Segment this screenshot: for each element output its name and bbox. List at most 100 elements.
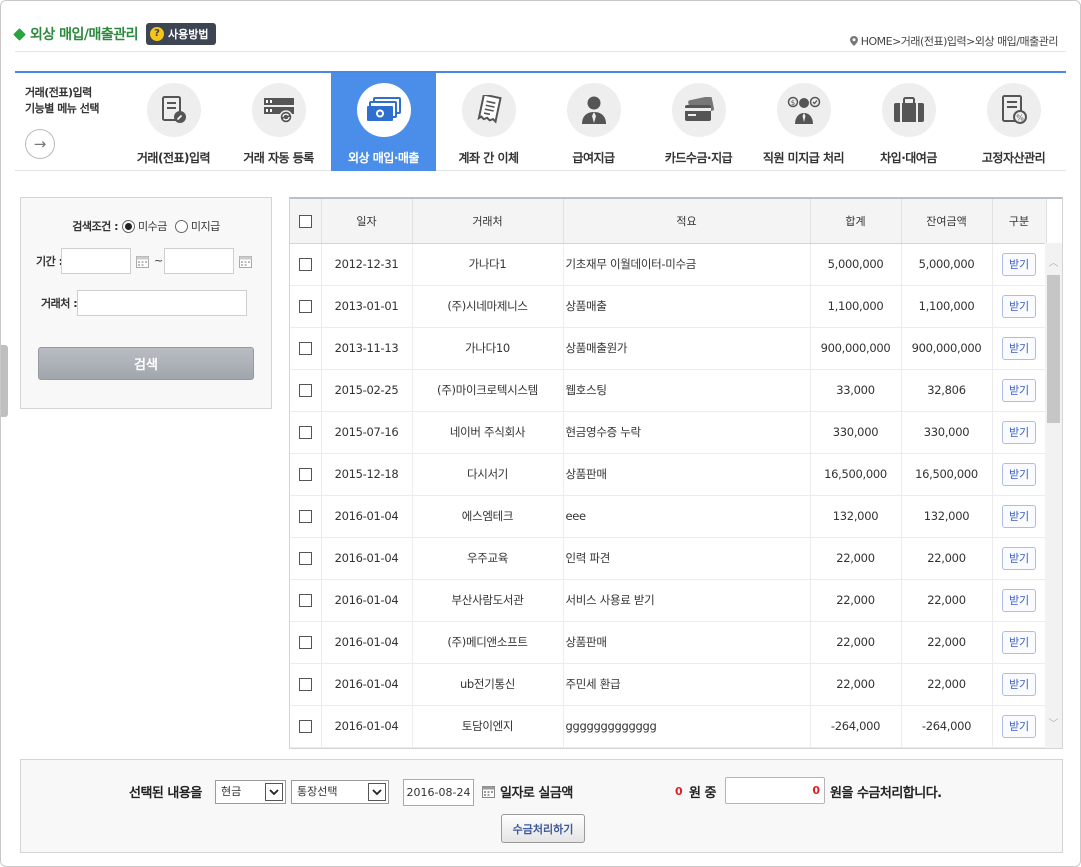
row-checkbox[interactable] bbox=[298, 594, 312, 607]
receive-button[interactable]: 받기 bbox=[1002, 420, 1036, 444]
receive-button[interactable]: 받기 bbox=[1002, 252, 1036, 276]
row-checkbox[interactable] bbox=[298, 342, 312, 355]
receive-button[interactable]: 받기 bbox=[1002, 294, 1036, 318]
action-cell: 받기 bbox=[992, 621, 1047, 664]
receive-button[interactable]: 받기 bbox=[1002, 714, 1036, 738]
breadcrumb-home[interactable]: HOME bbox=[861, 35, 893, 48]
radio-payable-label: 미지급 bbox=[190, 220, 220, 233]
row-checkbox[interactable] bbox=[298, 384, 312, 397]
table-row[interactable]: 2016-01-04 토담이엔지 ggggggggggggg -264,000 -264… bbox=[290, 705, 1047, 748]
balance-cell: 22,000 bbox=[901, 663, 993, 706]
amount-input[interactable]: 0 bbox=[725, 777, 825, 804]
employee-money-icon: $ bbox=[776, 83, 831, 137]
row-checkbox[interactable] bbox=[298, 720, 312, 733]
menu-item-fixed-assets[interactable]: % 고정자산관리 bbox=[961, 73, 1066, 171]
row-checkbox[interactable] bbox=[298, 678, 312, 691]
app-window: 외상 매입/매출관리 ? 사용방법 HOME > 거래(전표)입력 > 외상 매… bbox=[0, 0, 1081, 867]
search-button[interactable]: 검색 bbox=[38, 347, 254, 380]
process-receipt-button[interactable]: 수금처리하기 bbox=[501, 814, 585, 843]
action-cell: 받기 bbox=[992, 579, 1047, 622]
row-checkbox[interactable] bbox=[298, 510, 312, 523]
total-cell: -264,000 bbox=[810, 705, 902, 748]
table-row[interactable]: 2015-12-18 다시서기 상품판매 16,500,000 16,500,000 받기 bbox=[290, 453, 1047, 496]
search-condition-row: 검색조건 : 미수금 미지급 bbox=[21, 218, 271, 234]
period-end-input[interactable] bbox=[164, 248, 234, 274]
column-header-type: 구분 bbox=[992, 199, 1047, 244]
location-pin-icon bbox=[849, 36, 858, 46]
memo-cell: 상품매출 bbox=[563, 285, 811, 328]
row-checkbox[interactable] bbox=[298, 300, 312, 313]
table-row[interactable]: 2013-01-01 (주)시네마제니스 상품매출 1,100,000 1,100,00… bbox=[290, 285, 1047, 328]
row-checkbox-cell bbox=[290, 369, 322, 412]
menu-item-transaction-entry[interactable]: 거래(전표)입력 bbox=[121, 73, 226, 171]
menu-item-payroll[interactable]: 급여지급 bbox=[541, 73, 646, 171]
process-date-input[interactable]: 2016-08-24 bbox=[403, 779, 474, 806]
table-row[interactable]: 2012-12-31 가나다1 기초재무 이월데이터-미수금 5,000,000 5,0… bbox=[290, 243, 1047, 286]
select-all-checkbox-cell bbox=[290, 199, 322, 244]
menu-item-employee-unpaid[interactable]: $ 직원 미지급 처리 bbox=[751, 73, 856, 171]
receive-button[interactable]: 받기 bbox=[1002, 462, 1036, 486]
diamond-bullet-icon bbox=[13, 27, 26, 41]
payment-type-select[interactable]: 현금 bbox=[215, 780, 286, 804]
row-checkbox-cell bbox=[290, 243, 322, 286]
won-of-label: 원 중 bbox=[689, 786, 716, 801]
receive-button[interactable]: 받기 bbox=[1002, 504, 1036, 528]
date-cell: 2013-01-01 bbox=[321, 285, 413, 328]
row-checkbox[interactable] bbox=[298, 636, 312, 649]
row-checkbox-cell bbox=[290, 663, 322, 706]
table-row[interactable]: 2015-02-25 (주)마이크로텍시스템 웹호스팅 33,000 32,806 받기 bbox=[290, 369, 1047, 412]
scroll-up-icon[interactable]: ︿ bbox=[1045, 255, 1062, 272]
client-cell: 우주교육 bbox=[412, 537, 564, 580]
server-sync-icon bbox=[251, 83, 306, 137]
menu-item-auto-register[interactable]: 거래 자동 등록 bbox=[226, 73, 331, 171]
table-row[interactable]: 2016-01-04 부산사람도서관 서비스 사용료 받기 22,000 22,000 받… bbox=[290, 579, 1047, 622]
scroll-down-icon[interactable]: ﹀ bbox=[1045, 716, 1062, 733]
table-scrollbar[interactable]: ︿ ﹀ bbox=[1045, 243, 1062, 748]
table-row[interactable]: 2015-07-16 네이버 주식회사 현금영수증 누락 330,000 330,000… bbox=[290, 411, 1047, 454]
select-all-checkbox[interactable] bbox=[298, 214, 312, 228]
receive-button[interactable]: 받기 bbox=[1002, 672, 1036, 696]
radio-receivable[interactable] bbox=[121, 219, 135, 233]
radio-payable[interactable] bbox=[174, 219, 188, 233]
table-row[interactable]: 2016-01-04 ub전기통신 주민세 환급 22,000 22,000 받기 bbox=[290, 663, 1047, 706]
client-input[interactable] bbox=[77, 290, 247, 316]
receive-button[interactable]: 받기 bbox=[1002, 630, 1036, 654]
client-cell: 다시서기 bbox=[412, 453, 564, 496]
row-checkbox[interactable] bbox=[298, 426, 312, 439]
scrollbar-thumb[interactable] bbox=[1047, 275, 1060, 423]
arrow-right-icon[interactable]: → bbox=[25, 129, 55, 159]
row-checkbox[interactable] bbox=[298, 258, 312, 271]
receive-button[interactable]: 받기 bbox=[1002, 546, 1036, 570]
receive-button[interactable]: 받기 bbox=[1002, 588, 1036, 612]
client-cell: 토담이엔지 bbox=[412, 705, 564, 748]
menu-item-credit-purchase-sales[interactable]: 외상 매입·매출 bbox=[331, 73, 436, 171]
period-start-input[interactable] bbox=[61, 248, 131, 274]
action-cell: 받기 bbox=[992, 495, 1047, 538]
menu-item-loans[interactable]: 차입·대여금 bbox=[856, 73, 961, 171]
action-cell: 받기 bbox=[992, 453, 1047, 496]
side-panel-handle[interactable] bbox=[1, 345, 8, 417]
table-row[interactable]: 2016-01-04 (주)메디앤소프트 상품판매 22,000 22,000 받기 bbox=[290, 621, 1047, 664]
help-button[interactable]: ? 사용방법 bbox=[146, 23, 216, 45]
menu-item-card-payments[interactable]: 카드수금·지급 bbox=[646, 73, 751, 171]
calendar-icon[interactable] bbox=[239, 255, 252, 268]
breadcrumb-item[interactable]: 거래(전표)입력 bbox=[901, 33, 967, 49]
table-row[interactable]: 2016-01-04 우주교육 인력 파견 22,000 22,000 받기 bbox=[290, 537, 1047, 580]
calendar-icon[interactable] bbox=[482, 785, 495, 798]
date-cell: 2012-12-31 bbox=[321, 243, 413, 286]
search-condition-label: 검색조건 : bbox=[72, 220, 118, 233]
receive-button[interactable]: 받기 bbox=[1002, 336, 1036, 360]
balance-cell: 22,000 bbox=[901, 537, 993, 580]
account-select[interactable]: 통장선택 bbox=[291, 780, 389, 804]
row-checkbox[interactable] bbox=[298, 468, 312, 481]
table-row[interactable]: 2013-11-13 가나다10 상품매출원가 900,000,000 900,000,… bbox=[290, 327, 1047, 370]
briefcase-icon bbox=[881, 83, 936, 137]
receive-button[interactable]: 받기 bbox=[1002, 378, 1036, 402]
row-checkbox[interactable] bbox=[298, 552, 312, 565]
calendar-icon[interactable] bbox=[136, 255, 149, 268]
date-cell: 2016-01-04 bbox=[321, 621, 413, 664]
client-cell: (주)메디앤소프트 bbox=[412, 621, 564, 664]
menu-item-account-transfer[interactable]: 계좌 간 이체 bbox=[436, 73, 541, 171]
table-row[interactable]: 2016-01-04 에스엠테크 eee 132,000 132,000 받기 bbox=[290, 495, 1047, 538]
memo-cell: eee bbox=[563, 495, 811, 538]
